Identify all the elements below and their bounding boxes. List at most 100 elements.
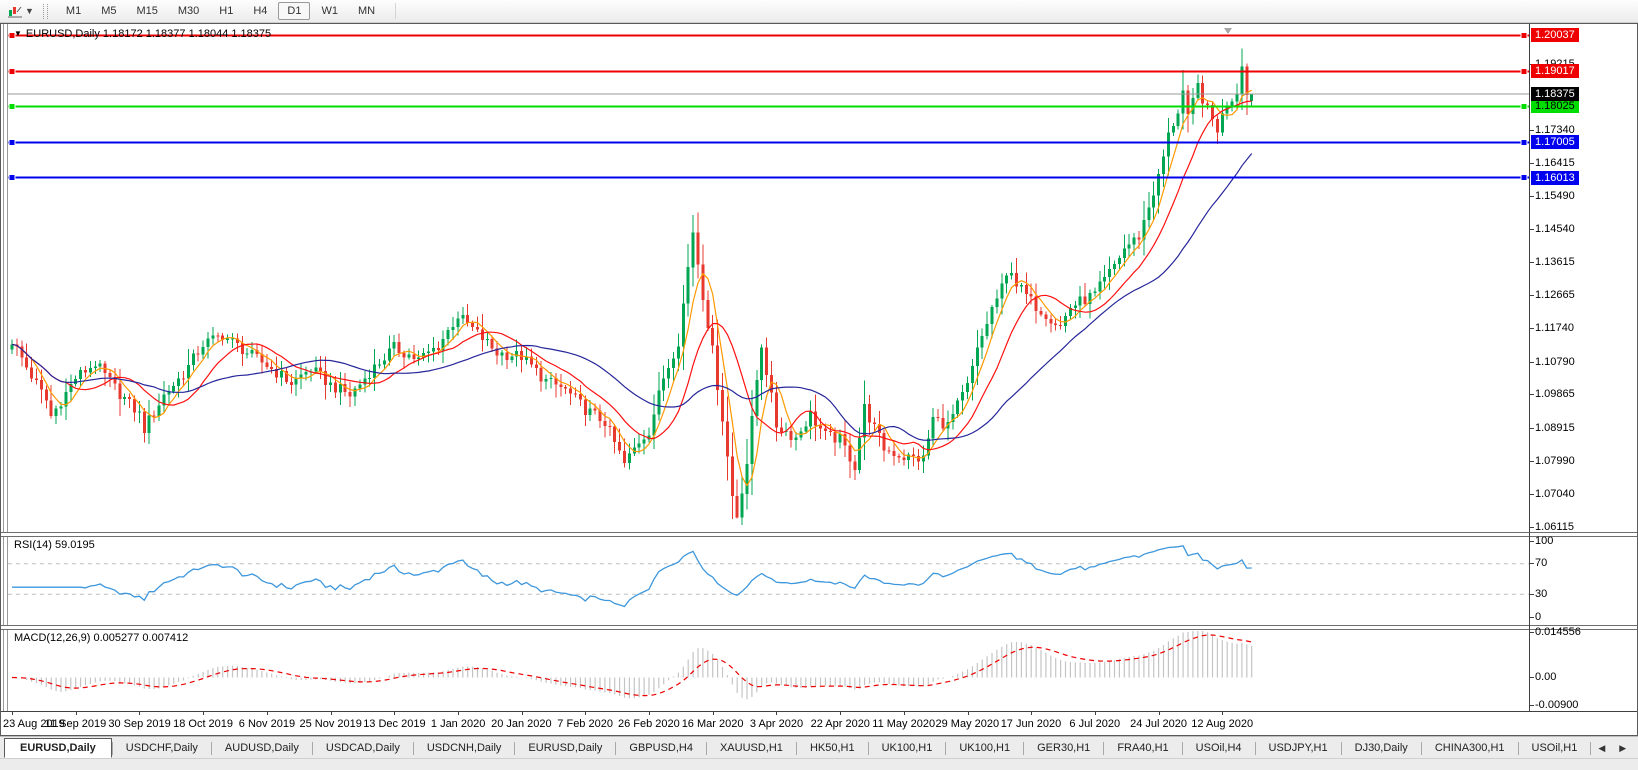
price-axis-tick-mark xyxy=(1530,494,1534,495)
date-label: 18 Oct 2019 xyxy=(173,718,233,730)
price-axis-tick: 1.08915 xyxy=(1535,422,1575,435)
price-axis-tick-mark xyxy=(1530,295,1534,296)
level-price-badge[interactable]: 1.16013 xyxy=(1531,171,1579,185)
tab-usdcad-daily[interactable]: USDCAD,Daily xyxy=(313,739,413,757)
rsi-chart-canvas[interactable] xyxy=(8,536,1529,625)
macd-axis-tick-mark xyxy=(1530,705,1534,706)
chevron-down-icon: ▼ xyxy=(25,7,34,16)
rsi-axis-tick: 30 xyxy=(1535,588,1547,601)
tab-eurusd-daily[interactable]: EURUSD,Daily xyxy=(515,739,615,757)
period-button-H1[interactable]: H1 xyxy=(210,2,242,20)
tab-china300-h1[interactable]: CHINA300,H1 xyxy=(1422,739,1518,757)
chart-title-text: EURUSD,Daily 1.18172 1.18377 1.18044 1.1… xyxy=(26,28,271,40)
charts-toolbar-button[interactable]: ▼ xyxy=(4,3,37,20)
price-axis-tick: 1.12665 xyxy=(1535,289,1575,302)
chart-title: ▼ EURUSD,Daily 1.18172 1.18377 1.18044 1.… xyxy=(14,28,271,40)
price-axis-tick-mark xyxy=(1530,163,1534,164)
price-axis-tick: 1.15490 xyxy=(1535,190,1575,203)
tab-usdcnh-daily[interactable]: USDCNH,Daily xyxy=(414,739,515,757)
chart-context-arrow-icon[interactable]: ▼ xyxy=(14,29,22,38)
date-tick-mark xyxy=(1031,712,1032,715)
price-axis-tick-mark xyxy=(1530,262,1534,263)
tab-usoil-h4[interactable]: USOil,H4 xyxy=(1183,739,1255,757)
price-axis-tick-mark xyxy=(1530,428,1534,429)
price-axis-tick: 1.07040 xyxy=(1535,488,1575,501)
date-tick-mark xyxy=(76,712,77,715)
price-axis-tick: 1.16415 xyxy=(1535,157,1575,170)
period-button-M5[interactable]: M5 xyxy=(92,2,125,20)
tab-dj30-daily[interactable]: DJ30,Daily xyxy=(1342,739,1421,757)
date-label: 1 Jan 2020 xyxy=(431,718,485,730)
tab-uk100-h1[interactable]: UK100,H1 xyxy=(869,739,946,757)
price-chart-canvas[interactable] xyxy=(8,26,1529,532)
period-button-D1[interactable]: D1 xyxy=(278,2,310,20)
price-axis-tick-mark xyxy=(1530,196,1534,197)
level-price-badge[interactable]: 1.18025 xyxy=(1531,99,1579,113)
toolbar-separator xyxy=(395,3,396,19)
tab-ger30-h1[interactable]: GER30,H1 xyxy=(1024,739,1103,757)
date-tick-mark xyxy=(139,712,140,715)
period-button-MN[interactable]: MN xyxy=(349,2,384,20)
window-left-gutter xyxy=(1,24,8,711)
price-axis-tick-mark xyxy=(1530,130,1534,131)
rsi-axis-tick: 100 xyxy=(1535,535,1553,548)
date-tick-mark xyxy=(394,712,395,715)
price-axis-tick: 1.07990 xyxy=(1535,455,1575,468)
charts-toolbar-icon xyxy=(7,4,23,19)
price-axis-tick-mark xyxy=(1530,229,1534,230)
date-tick-mark xyxy=(1159,712,1160,715)
toolbar-grip[interactable] xyxy=(43,4,48,19)
level-price-badge[interactable]: 1.20037 xyxy=(1531,28,1579,42)
tab-usoil-h1[interactable]: USOil,H1 xyxy=(1519,739,1591,757)
macd-label: MACD(12,26,9) 0.005277 0.007412 xyxy=(14,632,188,644)
tab-xauusd-h1[interactable]: XAUUSD,H1 xyxy=(707,739,796,757)
tab-gbpusd-h4[interactable]: GBPUSD,H4 xyxy=(616,739,706,757)
period-button-M30[interactable]: M30 xyxy=(169,2,208,20)
date-label: 16 Mar 2020 xyxy=(682,718,744,730)
current-price-badge: 1.18375 xyxy=(1531,87,1579,101)
timeframe-buttons: M1M5M15M30H1H4D1W1MN xyxy=(56,2,385,20)
date-tick-mark xyxy=(713,712,714,715)
period-button-M15[interactable]: M15 xyxy=(127,2,166,20)
period-button-M1[interactable]: M1 xyxy=(57,2,90,20)
tab-audusd-daily[interactable]: AUDUSD,Daily xyxy=(212,739,312,757)
price-axis-tick: 1.06115 xyxy=(1535,521,1574,534)
rsi-axis-tick-mark xyxy=(1530,594,1534,595)
date-label: 30 Sep 2019 xyxy=(108,718,170,730)
level-price-badge[interactable]: 1.19017 xyxy=(1531,64,1579,78)
tab-scroll-left-icon[interactable]: ◀ xyxy=(1591,739,1612,758)
date-tick-mark xyxy=(649,712,650,715)
price-axis-tick: 1.10790 xyxy=(1535,356,1575,369)
date-tick-mark xyxy=(968,712,969,715)
rsi-axis-tick: 0 xyxy=(1535,611,1541,624)
period-button-W1[interactable]: W1 xyxy=(312,2,347,20)
status-bar xyxy=(0,758,1638,770)
tab-eurusd-daily[interactable]: EURUSD,Daily xyxy=(4,738,112,758)
rsi-axis-tick: 70 xyxy=(1535,557,1547,570)
date-tick-mark xyxy=(776,712,777,715)
macd-axis-tick: -0.00900 xyxy=(1535,699,1578,712)
tab-usdchf-daily[interactable]: USDCHF,Daily xyxy=(113,739,211,757)
date-label: 17 Jun 2020 xyxy=(1001,718,1062,730)
rsi-axis-tick-mark xyxy=(1530,617,1534,618)
date-tick-mark xyxy=(12,712,13,715)
price-axis-tick-mark xyxy=(1530,527,1534,528)
tab-scroll-right-icon[interactable]: ▶ xyxy=(1612,739,1633,758)
chart-window: ▼ EURUSD,Daily 1.18172 1.18377 1.18044 1.… xyxy=(0,23,1638,736)
price-axis-tick-mark xyxy=(1530,461,1534,462)
date-tick-mark xyxy=(840,712,841,715)
price-axis-tick: 1.13615 xyxy=(1535,256,1575,269)
tab-fra40-h1[interactable]: FRA40,H1 xyxy=(1104,739,1181,757)
price-axis-line xyxy=(1529,24,1530,712)
tab-usdjpy-h1[interactable]: USDJPY,H1 xyxy=(1256,739,1341,757)
tab-uk100-h1[interactable]: UK100,H1 xyxy=(946,739,1023,757)
date-tick-mark xyxy=(331,712,332,715)
macd-chart-canvas[interactable] xyxy=(8,629,1529,711)
date-label: 6 Jul 2020 xyxy=(1069,718,1120,730)
date-tick-mark xyxy=(585,712,586,715)
level-price-badge[interactable]: 1.17005 xyxy=(1531,135,1579,149)
period-button-H4[interactable]: H4 xyxy=(244,2,276,20)
date-tick-mark xyxy=(1095,712,1096,715)
tab-hk50-h1[interactable]: HK50,H1 xyxy=(797,739,868,757)
date-label: 7 Feb 2020 xyxy=(557,718,613,730)
